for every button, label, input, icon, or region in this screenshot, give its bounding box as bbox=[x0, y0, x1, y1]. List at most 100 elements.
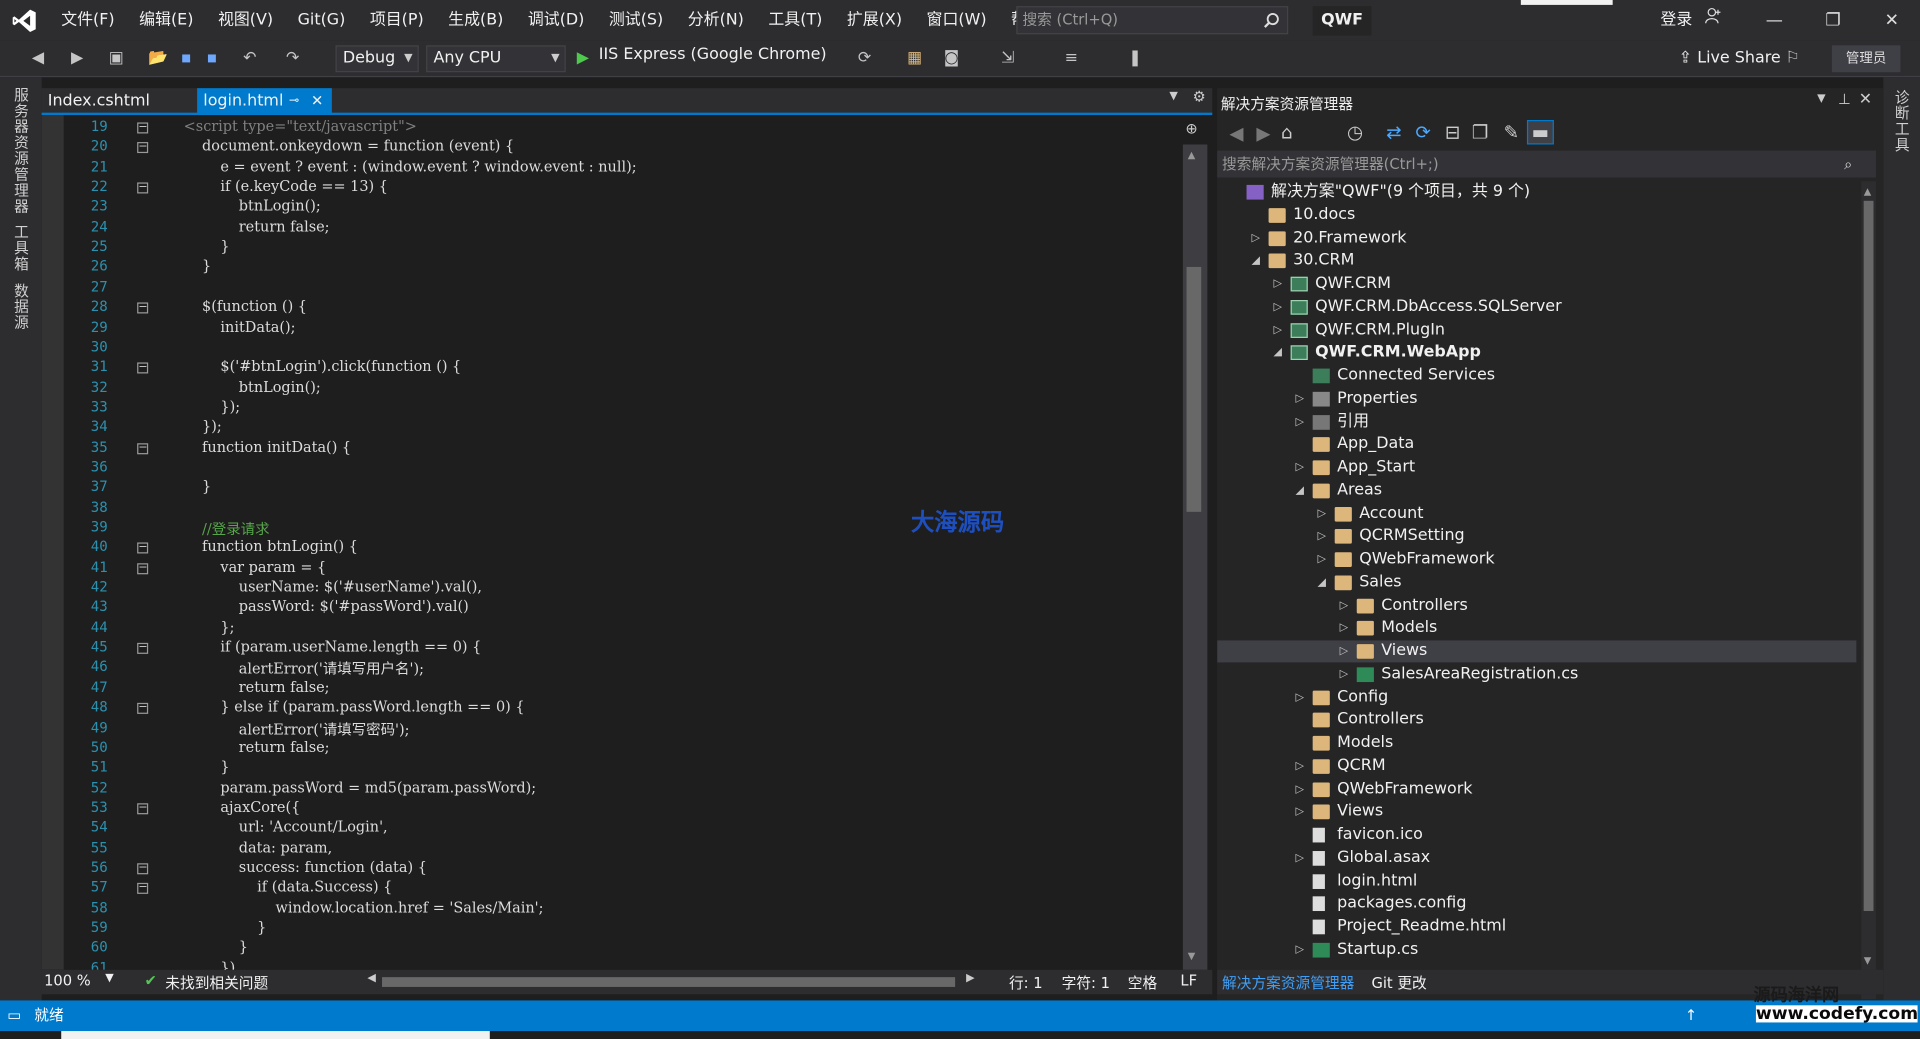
code-line[interactable]: }); bbox=[184, 418, 222, 435]
tree-item[interactable]: ▷ Views bbox=[1217, 801, 1856, 823]
code-line[interactable]: e = event ? event : (window.event ? wind… bbox=[184, 158, 636, 175]
horizontal-scroll-thumb[interactable] bbox=[382, 977, 956, 987]
refresh-icon[interactable]: ⟳ bbox=[853, 47, 875, 69]
scroll-left-icon[interactable]: ◀ bbox=[367, 972, 375, 984]
line-indicator[interactable]: 行: 1 bbox=[1009, 972, 1043, 993]
expand-arrow-icon[interactable]: ▷ bbox=[1273, 319, 1285, 341]
scroll-thumb[interactable] bbox=[1186, 266, 1202, 512]
collapse-arrow-icon[interactable]: ◢ bbox=[1296, 480, 1308, 502]
menu-item[interactable]: 测试(S) bbox=[597, 0, 676, 40]
collapse-arrow-icon[interactable]: ◢ bbox=[1318, 572, 1330, 594]
scroll-thumb[interactable] bbox=[1863, 200, 1874, 912]
expand-arrow-icon[interactable]: ▷ bbox=[1296, 778, 1308, 800]
collapse-toggle-icon[interactable]: − bbox=[137, 803, 149, 815]
tree-item[interactable]: App_Data bbox=[1217, 434, 1856, 456]
menu-item[interactable]: 文件(F) bbox=[49, 0, 127, 40]
split-editor-icon[interactable]: ⊕ bbox=[1185, 120, 1197, 137]
menu-item[interactable]: 扩展(X) bbox=[835, 0, 915, 40]
menu-item[interactable]: 编辑(E) bbox=[127, 0, 206, 40]
collapse-arrow-icon[interactable]: ◢ bbox=[1251, 250, 1263, 272]
tree-item[interactable]: ▷ Global.asax bbox=[1217, 847, 1856, 869]
run-target-button[interactable]: IIS Express (Google Chrome) bbox=[599, 45, 827, 63]
code-line[interactable]: $(function () { bbox=[184, 298, 307, 315]
editor-vertical-scrollbar[interactable]: ▲ ▼ bbox=[1182, 144, 1208, 970]
code-line[interactable]: if (data.Success) { bbox=[184, 878, 392, 895]
menu-item[interactable]: 窗口(W) bbox=[914, 0, 998, 40]
pin-icon[interactable]: ⊸ bbox=[289, 88, 299, 114]
expand-arrow-icon[interactable]: ▷ bbox=[1340, 594, 1352, 616]
search-input[interactable]: 搜索 (Ctrl+Q) bbox=[1016, 6, 1289, 35]
code-line[interactable]: } bbox=[184, 238, 229, 255]
minimize-button[interactable]: — bbox=[1746, 0, 1802, 40]
code-line[interactable]: $('#btnLogin').click(function () { bbox=[184, 358, 461, 375]
tree-scrollbar[interactable]: ▲ ▼ bbox=[1861, 181, 1876, 1000]
save-icon[interactable]: ▪ bbox=[175, 47, 197, 69]
expand-arrow-icon[interactable]: ▷ bbox=[1318, 526, 1330, 548]
menu-item[interactable]: 生成(B) bbox=[436, 0, 516, 40]
copy-icon[interactable]: ❐ bbox=[1472, 121, 1488, 143]
restore-button[interactable]: ❐ bbox=[1805, 0, 1861, 40]
code-line[interactable]: } bbox=[184, 258, 211, 275]
tree-item[interactable]: ▷ QWebFramework bbox=[1217, 549, 1856, 571]
tree-item[interactable]: ▷ QWF.CRM.PlugIn bbox=[1217, 319, 1856, 341]
expand-arrow-icon[interactable]: ▷ bbox=[1340, 663, 1352, 685]
tree-item[interactable]: ▷ QWebFramework bbox=[1217, 778, 1856, 800]
code-line[interactable]: function btnLogin() { bbox=[184, 538, 358, 555]
tree-item[interactable]: 10.docs bbox=[1217, 204, 1856, 226]
solution-config-select[interactable]: Debug ▼ bbox=[335, 45, 419, 73]
code-line[interactable]: } bbox=[184, 478, 211, 495]
tree-item[interactable]: ◢ QWF.CRM.WebApp bbox=[1217, 342, 1856, 364]
scroll-right-icon[interactable]: ▶ bbox=[966, 972, 974, 984]
tree-item[interactable]: ▷ Properties bbox=[1217, 388, 1856, 410]
tree-item[interactable]: Models bbox=[1217, 732, 1856, 754]
tab-login-html[interactable]: login.html ⊸ ✕ bbox=[197, 88, 332, 116]
output-window-icon[interactable]: ▭ bbox=[7, 1000, 21, 1031]
tree-item[interactable]: ▷ QCRM bbox=[1217, 755, 1856, 777]
expand-arrow-icon[interactable]: ▷ bbox=[1296, 411, 1308, 433]
collapse-all-icon[interactable]: ⊟ bbox=[1445, 121, 1460, 143]
code-line[interactable]: } else if (param.passWord.length == 0) { bbox=[184, 698, 524, 715]
tree-item[interactable]: Project_Readme.html bbox=[1217, 916, 1856, 938]
tree-item[interactable]: 解决方案"QWF"(9 个项目，共 9 个) bbox=[1217, 181, 1856, 203]
tree-item[interactable]: login.html bbox=[1217, 870, 1856, 892]
tree-item[interactable]: ▷ Views bbox=[1217, 640, 1857, 663]
tree-item[interactable]: ▷ QWF.CRM.DbAccess.SQLServer bbox=[1217, 296, 1856, 318]
redo-icon[interactable]: ↷ bbox=[282, 47, 304, 69]
tree-item[interactable]: ◢ Areas bbox=[1217, 480, 1856, 502]
tree-item[interactable]: ▷ Controllers bbox=[1217, 594, 1856, 616]
code-line[interactable]: } bbox=[184, 918, 266, 935]
tree-item[interactable]: ▷ App_Start bbox=[1217, 457, 1856, 479]
code-line[interactable]: success: function (data) { bbox=[184, 858, 427, 875]
scroll-up-icon[interactable]: ▲ bbox=[1188, 149, 1196, 160]
forward-icon[interactable]: ▶ bbox=[1256, 122, 1270, 144]
code-line[interactable]: function initData() { bbox=[184, 438, 351, 455]
open-file-icon[interactable]: 📂 bbox=[147, 47, 169, 69]
collapse-toggle-icon[interactable]: − bbox=[137, 883, 149, 895]
chevron-down-icon[interactable]: ▼ bbox=[1817, 93, 1825, 105]
expand-arrow-icon[interactable]: ▷ bbox=[1296, 801, 1308, 823]
code-line[interactable]: param.passWord = md5(param.passWord); bbox=[184, 778, 536, 795]
code-line[interactable]: url: 'Account/Login', bbox=[184, 818, 388, 835]
collapse-toggle-icon[interactable]: − bbox=[137, 702, 149, 715]
publish-arrow-icon[interactable]: ↑ bbox=[1685, 1000, 1697, 1031]
undo-icon[interactable]: ↶ bbox=[239, 47, 261, 69]
solution-platform-select[interactable]: Any CPU ▼ bbox=[426, 45, 566, 73]
code-line[interactable]: }; bbox=[184, 618, 234, 635]
zoom-select[interactable]: 100 % bbox=[44, 972, 91, 989]
tree-item[interactable]: ◢ 30.CRM bbox=[1217, 250, 1856, 272]
expand-arrow-icon[interactable]: ▷ bbox=[1296, 847, 1308, 869]
tree-item[interactable]: Controllers bbox=[1217, 709, 1856, 731]
code-line[interactable]: btnLogin(); bbox=[184, 378, 321, 395]
tree-item[interactable]: ▷ SalesAreaRegistration.cs bbox=[1217, 663, 1856, 685]
browse-folder-icon[interactable]: ▦ bbox=[904, 47, 926, 69]
menu-item[interactable]: 视图(V) bbox=[206, 0, 286, 40]
collapse-arrow-icon[interactable]: ◢ bbox=[1273, 342, 1285, 364]
code-line[interactable]: var param = { bbox=[184, 558, 326, 575]
sign-in-link[interactable]: 登录 bbox=[1660, 0, 1721, 40]
tab-list-chevron-icon[interactable]: ▼ bbox=[1169, 91, 1177, 103]
expand-arrow-icon[interactable]: ▷ bbox=[1296, 939, 1308, 961]
expand-arrow-icon[interactable]: ▷ bbox=[1296, 686, 1308, 708]
chevron-down-icon[interactable]: ▼ bbox=[105, 972, 113, 984]
navigate-back-icon[interactable]: ◀ bbox=[27, 47, 49, 69]
expand-arrow-icon[interactable]: ▷ bbox=[1296, 388, 1308, 410]
